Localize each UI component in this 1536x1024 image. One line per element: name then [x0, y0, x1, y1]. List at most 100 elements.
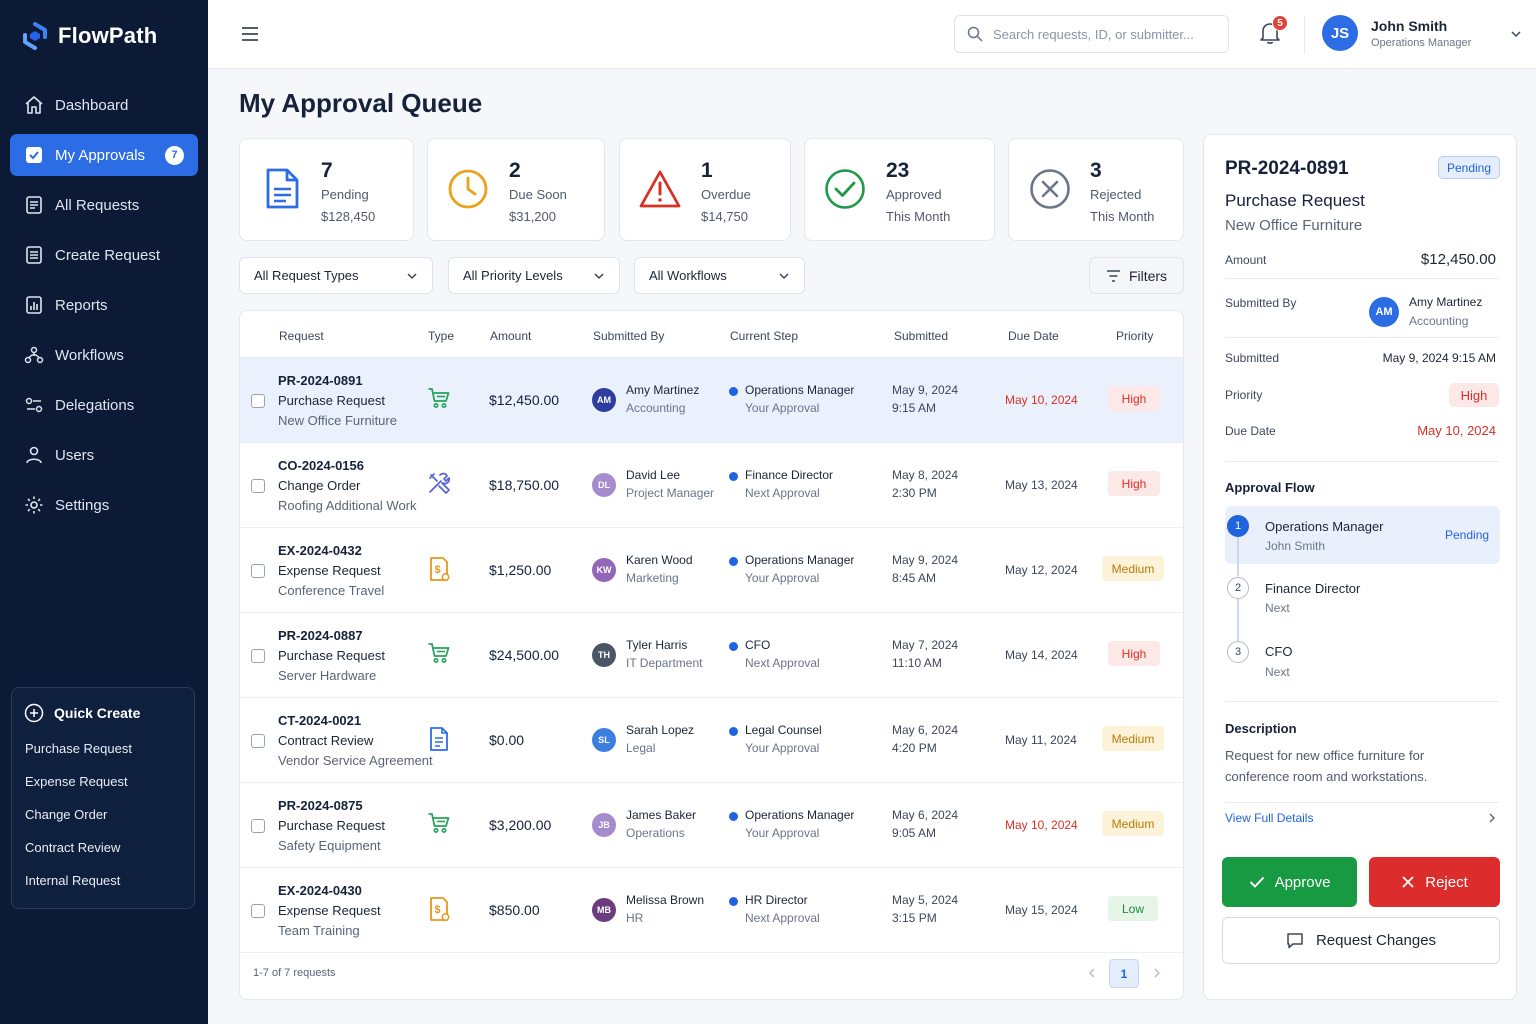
chevron-down-icon	[594, 272, 604, 279]
column-header-due-date[interactable]: Due Date	[1008, 329, 1059, 343]
column-header-current-step[interactable]: Current Step	[730, 329, 798, 343]
quick-create-header[interactable]: Quick Create	[12, 688, 194, 723]
table-row[interactable]: PR-2024-0875 Purchase Request Safety Equip…	[240, 783, 1183, 868]
sidebar-item-label: All Requests	[55, 196, 140, 214]
row-checkbox[interactable]	[251, 819, 265, 833]
row-checkbox[interactable]	[251, 564, 265, 578]
reject-button[interactable]: Reject	[1369, 857, 1500, 907]
priority-filter[interactable]: All Priority Levels	[448, 257, 620, 294]
sidebar-item-settings[interactable]: Settings	[10, 484, 198, 526]
flow-step-title: Finance Director	[1265, 581, 1361, 596]
request-changes-button[interactable]: Request Changes	[1222, 917, 1500, 964]
quick-create-contract-review[interactable]: Contract Review	[25, 840, 194, 873]
sidebar-item-dashboard[interactable]: Dashboard	[10, 84, 198, 126]
request-type: Expense Request	[278, 903, 381, 918]
request-id[interactable]: EX-2024-0430	[278, 883, 362, 898]
chevron-right-icon[interactable]	[1151, 967, 1163, 979]
quick-create-change-order[interactable]: Change Order	[25, 807, 194, 840]
request-id[interactable]: EX-2024-0432	[278, 543, 362, 558]
sidebar-item-reports[interactable]: Reports	[10, 284, 198, 326]
divider	[1225, 337, 1499, 338]
cart-icon	[427, 641, 451, 665]
step-status-dot	[729, 557, 738, 566]
search-input[interactable]	[993, 26, 1213, 42]
sidebar-item-create-request[interactable]: Create Request	[10, 234, 198, 276]
request-id[interactable]: PR-2024-0891	[278, 373, 363, 388]
step-status-dot	[729, 387, 738, 396]
request-description: Safety Equipment	[278, 838, 381, 853]
submitter-name: James Baker	[626, 808, 697, 822]
stat-card-pending[interactable]: 7 Pending $128,450	[239, 138, 414, 241]
quick-create-expense-request[interactable]: Expense Request	[25, 774, 194, 807]
filters-button[interactable]: Filters	[1089, 257, 1184, 294]
pagination-count: 1-7 of 7 requests	[253, 967, 336, 979]
view-full-details-link[interactable]: View Full Details	[1225, 811, 1313, 825]
table-row[interactable]: CO-2024-0156 Change Order Roofing Addition…	[240, 443, 1183, 528]
request-id[interactable]: CT-2024-0021	[278, 713, 361, 728]
submitted-date: May 6, 2024	[892, 723, 959, 737]
row-checkbox[interactable]	[251, 904, 265, 918]
column-header-submitted[interactable]: Submitted	[894, 329, 948, 343]
column-header-priority[interactable]: Priority	[1116, 329, 1153, 343]
due-date: May 14, 2024	[1005, 648, 1078, 662]
priority-badge: High	[1108, 471, 1160, 496]
priority-filter-value: All Priority Levels	[463, 268, 563, 283]
request-description: New Office Furniture	[278, 413, 397, 428]
table-row[interactable]: CT-2024-0021 Contract Review Vendor Servic…	[240, 698, 1183, 783]
column-header-type[interactable]: Type	[428, 329, 454, 343]
notifications-button[interactable]: 5	[1259, 15, 1288, 45]
row-checkbox[interactable]	[251, 734, 265, 748]
user-menu[interactable]: JS John Smith Operations Manager	[1322, 15, 1521, 51]
approve-button[interactable]: Approve	[1222, 857, 1357, 907]
stat-card-approved[interactable]: 23 Approved This Month	[804, 138, 995, 241]
stat-card-due-soon[interactable]: 2 Due Soon $31,200	[427, 138, 605, 241]
top-bar: 5 JS John Smith Operations Manager	[208, 0, 1536, 69]
flow-step-number: 3	[1227, 641, 1249, 663]
sidebar-item-my-approvals[interactable]: My Approvals 7	[10, 134, 198, 176]
request-id[interactable]: PR-2024-0875	[278, 798, 363, 813]
sidebar-item-workflows[interactable]: Workflows	[10, 334, 198, 376]
chevron-right-icon[interactable]	[1487, 813, 1497, 823]
workflow-filter[interactable]: All Workflows	[634, 257, 805, 294]
menu-icon[interactable]	[240, 24, 260, 44]
chevron-left-icon[interactable]	[1086, 967, 1098, 979]
app-logo[interactable]: FlowPath	[22, 22, 157, 50]
quick-create-internal-request[interactable]: Internal Request	[25, 873, 194, 906]
flowpath-logo-icon	[23, 22, 47, 50]
sidebar-item-users[interactable]: Users	[10, 434, 198, 476]
request-amount: $12,450.00	[489, 392, 560, 408]
priority-badge: Low	[1108, 896, 1158, 921]
table-row[interactable]: EX-2024-0430 Expense Request Team Training…	[240, 868, 1183, 953]
column-header-amount[interactable]: Amount	[490, 329, 531, 343]
sidebar-item-all-requests[interactable]: All Requests	[10, 184, 198, 226]
avatar: MB	[592, 898, 616, 922]
sidebar-item-delegations[interactable]: Delegations	[10, 384, 198, 426]
request-amount: $18,750.00	[489, 477, 560, 493]
table-row[interactable]: EX-2024-0432 Expense Request Conference Tr…	[240, 528, 1183, 613]
request-type: Purchase Request	[278, 648, 385, 663]
page-button[interactable]: 1	[1109, 959, 1139, 988]
quick-create-purchase-request[interactable]: Purchase Request	[25, 741, 194, 774]
sidebar-item-label: Users	[55, 446, 95, 464]
request-id[interactable]: PR-2024-0887	[278, 628, 363, 643]
amount-label: Amount	[1225, 253, 1267, 267]
stat-label: Overdue	[701, 187, 751, 202]
avatar: AM	[1369, 297, 1399, 327]
request-type-filter[interactable]: All Request Types	[239, 257, 433, 294]
column-header-submitted-by[interactable]: Submitted By	[593, 329, 664, 343]
row-checkbox[interactable]	[251, 479, 265, 493]
app-name: FlowPath	[58, 23, 158, 48]
table-row[interactable]: PR-2024-0887 Purchase Request Server Hardw…	[240, 613, 1183, 698]
request-id[interactable]: CO-2024-0156	[278, 458, 364, 473]
row-checkbox[interactable]	[251, 649, 265, 663]
request-amount: $850.00	[489, 902, 540, 918]
stat-card-rejected[interactable]: 3 Rejected This Month	[1008, 138, 1184, 241]
column-header-request[interactable]: Request	[279, 329, 324, 343]
stat-card-overdue[interactable]: 1 Overdue $14,750	[619, 138, 791, 241]
table-row[interactable]: PR-2024-0891 Purchase Request New Office F…	[240, 358, 1183, 443]
document-icon	[266, 168, 299, 209]
due-date: May 11, 2024	[1005, 733, 1077, 747]
row-checkbox[interactable]	[251, 394, 265, 408]
request-amount: $1,250.00	[489, 562, 552, 578]
submitted-date: May 6, 2024	[892, 808, 959, 822]
